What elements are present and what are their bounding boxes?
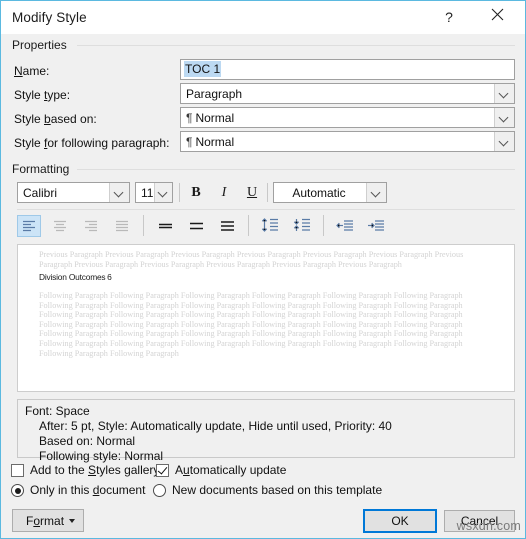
increase-paragraph-spacing-button[interactable] (258, 214, 282, 236)
align-right-button[interactable] (79, 215, 103, 237)
chevron-down-icon[interactable] (109, 183, 129, 202)
toolbar-divider (248, 215, 249, 236)
style-type-label: Style type: (14, 88, 71, 102)
format-button-label: Format (26, 513, 65, 528)
add-to-styles-gallery-label: Add to the Styles gallery (30, 463, 160, 477)
description-line-2: After: 5 pt, Style: Automatically update… (39, 419, 392, 433)
properties-group-label: Properties (12, 38, 72, 52)
font-family-select[interactable]: Calibri (17, 182, 130, 203)
decrease-indent-icon (336, 220, 354, 232)
align-left-button[interactable] (17, 215, 41, 237)
chevron-down-icon[interactable] (494, 108, 514, 127)
chevron-down-icon[interactable] (494, 132, 514, 151)
style-following-paragraph-label: Style for following paragraph: (14, 136, 170, 150)
align-justify-icon (115, 220, 129, 232)
name-input[interactable]: TOC 1 (180, 59, 515, 80)
name-label: Name: (14, 64, 50, 78)
close-button[interactable] (477, 1, 517, 32)
preview-sample-text: Division Outcomes 6 (39, 272, 112, 282)
style-type-select[interactable]: Paragraph (180, 83, 515, 104)
style-based-on-select[interactable]: ¶ Normal (180, 107, 515, 128)
line-spacing-1-5-icon (189, 220, 204, 232)
font-size-value: 11 (141, 185, 154, 200)
font-size-select[interactable]: 11 (135, 182, 173, 203)
toolbar-divider (323, 215, 324, 236)
question-mark-icon: ? (445, 8, 453, 25)
page-title: Modify Style (12, 10, 87, 25)
style-following-paragraph-select[interactable]: ¶ Normal (180, 131, 515, 152)
line-spacing-double-button[interactable] (215, 215, 239, 237)
style-preview: Previous Paragraph Previous Paragraph Pr… (17, 244, 515, 392)
underline-button[interactable]: U (240, 182, 264, 204)
chevron-down-icon[interactable] (154, 183, 172, 202)
checkbox-box[interactable] (11, 464, 24, 477)
align-right-icon (84, 220, 98, 232)
automatically-update-label: Automatically update (175, 463, 287, 477)
style-type-value: Paragraph (186, 86, 243, 101)
pilcrow-icon: ¶ (186, 110, 193, 125)
formatting-group-label: Formatting (12, 162, 75, 176)
radio-button[interactable] (153, 484, 166, 497)
description-line-4: Following style: Normal (39, 449, 164, 463)
radio-button[interactable] (11, 484, 24, 497)
ok-button[interactable]: OK (363, 509, 437, 533)
format-button[interactable]: Format (12, 509, 84, 532)
align-center-icon (53, 220, 67, 232)
decrease-paragraph-spacing-icon (293, 218, 311, 232)
chevron-down-icon[interactable] (366, 183, 386, 202)
ok-button-label: OK (391, 514, 409, 528)
help-button[interactable]: ? (429, 1, 469, 32)
toolbar-divider (143, 215, 144, 236)
style-based-on-label: Style based on: (14, 112, 97, 126)
increase-indent-icon (367, 220, 385, 232)
checkbox-box[interactable] (156, 464, 169, 477)
style-based-on-value: Normal (195, 110, 235, 125)
description-line-3: Based on: Normal (39, 434, 136, 448)
increase-paragraph-spacing-icon (261, 218, 279, 232)
line-spacing-double-icon (220, 220, 235, 232)
bold-icon: B (191, 185, 201, 200)
new-documents-based-on-template-label: New documents based on this template (172, 483, 383, 497)
font-color-value: Automatic (292, 185, 346, 200)
line-spacing-single-icon (158, 220, 173, 232)
decrease-paragraph-spacing-button[interactable] (290, 214, 314, 236)
italic-icon: I (221, 185, 227, 200)
decrease-indent-button[interactable] (333, 215, 357, 237)
title-bar: Modify Style ? (1, 1, 525, 34)
close-icon (491, 8, 504, 26)
increase-indent-button[interactable] (364, 215, 388, 237)
name-input-value: TOC 1 (184, 61, 222, 77)
watermark: wsxdn.com (456, 519, 521, 533)
pilcrow-icon: ¶ (186, 134, 193, 149)
line-spacing-single-button[interactable] (153, 215, 177, 237)
align-left-icon (22, 220, 36, 232)
only-in-this-document-label: Only in this document (30, 483, 146, 497)
font-color-select[interactable]: Automatic (273, 182, 387, 203)
preview-previous-paragraph: Previous Paragraph Previous Paragraph Pr… (39, 250, 464, 269)
align-justify-button[interactable] (110, 215, 134, 237)
style-following-paragraph-value: Normal (195, 134, 235, 149)
formatting-toolbar-separator (17, 209, 515, 210)
caret-down-icon (69, 518, 76, 523)
italic-button[interactable]: I (212, 182, 236, 204)
formatting-group-rule (77, 169, 515, 170)
toolbar-divider (179, 183, 180, 202)
toolbar-divider (267, 183, 268, 202)
font-family-value: Calibri (23, 185, 58, 200)
style-description: Font: Space After: 5 pt, Style: Automati… (17, 399, 515, 463)
underline-icon: U (246, 185, 258, 200)
line-spacing-1-5-button[interactable] (184, 215, 208, 237)
modify-style-dialog: Modify Style ? Properties Name: TOC 1 St… (0, 0, 526, 539)
properties-group-rule (77, 45, 515, 46)
bold-button[interactable]: B (184, 182, 208, 204)
description-line-1: Font: Space (25, 404, 90, 418)
chevron-down-icon[interactable] (494, 84, 514, 103)
align-center-button[interactable] (48, 215, 72, 237)
preview-following-paragraph: Following Paragraph Following Paragraph … (39, 291, 463, 358)
